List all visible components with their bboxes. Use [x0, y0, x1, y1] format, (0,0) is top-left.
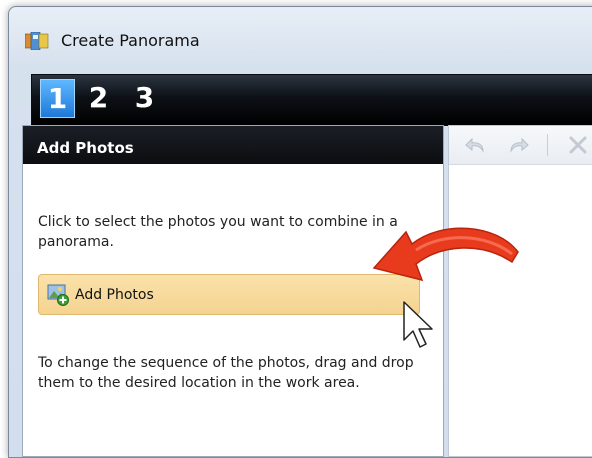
add-photo-icon — [47, 284, 69, 306]
sequence-instructions: To change the sequence of the photos, dr… — [38, 355, 414, 391]
window-title: Create Panorama — [61, 31, 200, 50]
red-arrow-annotation — [372, 227, 519, 282]
title-bar[interactable]: Create Panorama — [9, 7, 592, 67]
panel-header: Add Photos — [23, 126, 443, 164]
undo-icon[interactable] — [465, 135, 487, 155]
add-photos-description: Click to select the photos you want to c… — [38, 214, 398, 250]
redo-icon[interactable] — [507, 135, 529, 155]
step-1-tab[interactable]: 1 — [40, 79, 75, 118]
add-photos-button-label: Add Photos — [75, 287, 154, 303]
mouse-pointer-icon — [403, 301, 433, 348]
add-photos-button[interactable]: Add Photos — [38, 274, 420, 315]
panorama-app-icon — [25, 32, 49, 50]
delete-icon[interactable] — [567, 135, 589, 155]
step-3-tab[interactable]: 3 — [128, 79, 161, 116]
toolbar-separator — [547, 134, 548, 156]
work-area-toolbar — [449, 126, 592, 165]
step-2-tab[interactable]: 2 — [82, 79, 115, 116]
step-bar: 1 2 3 — [31, 74, 592, 126]
